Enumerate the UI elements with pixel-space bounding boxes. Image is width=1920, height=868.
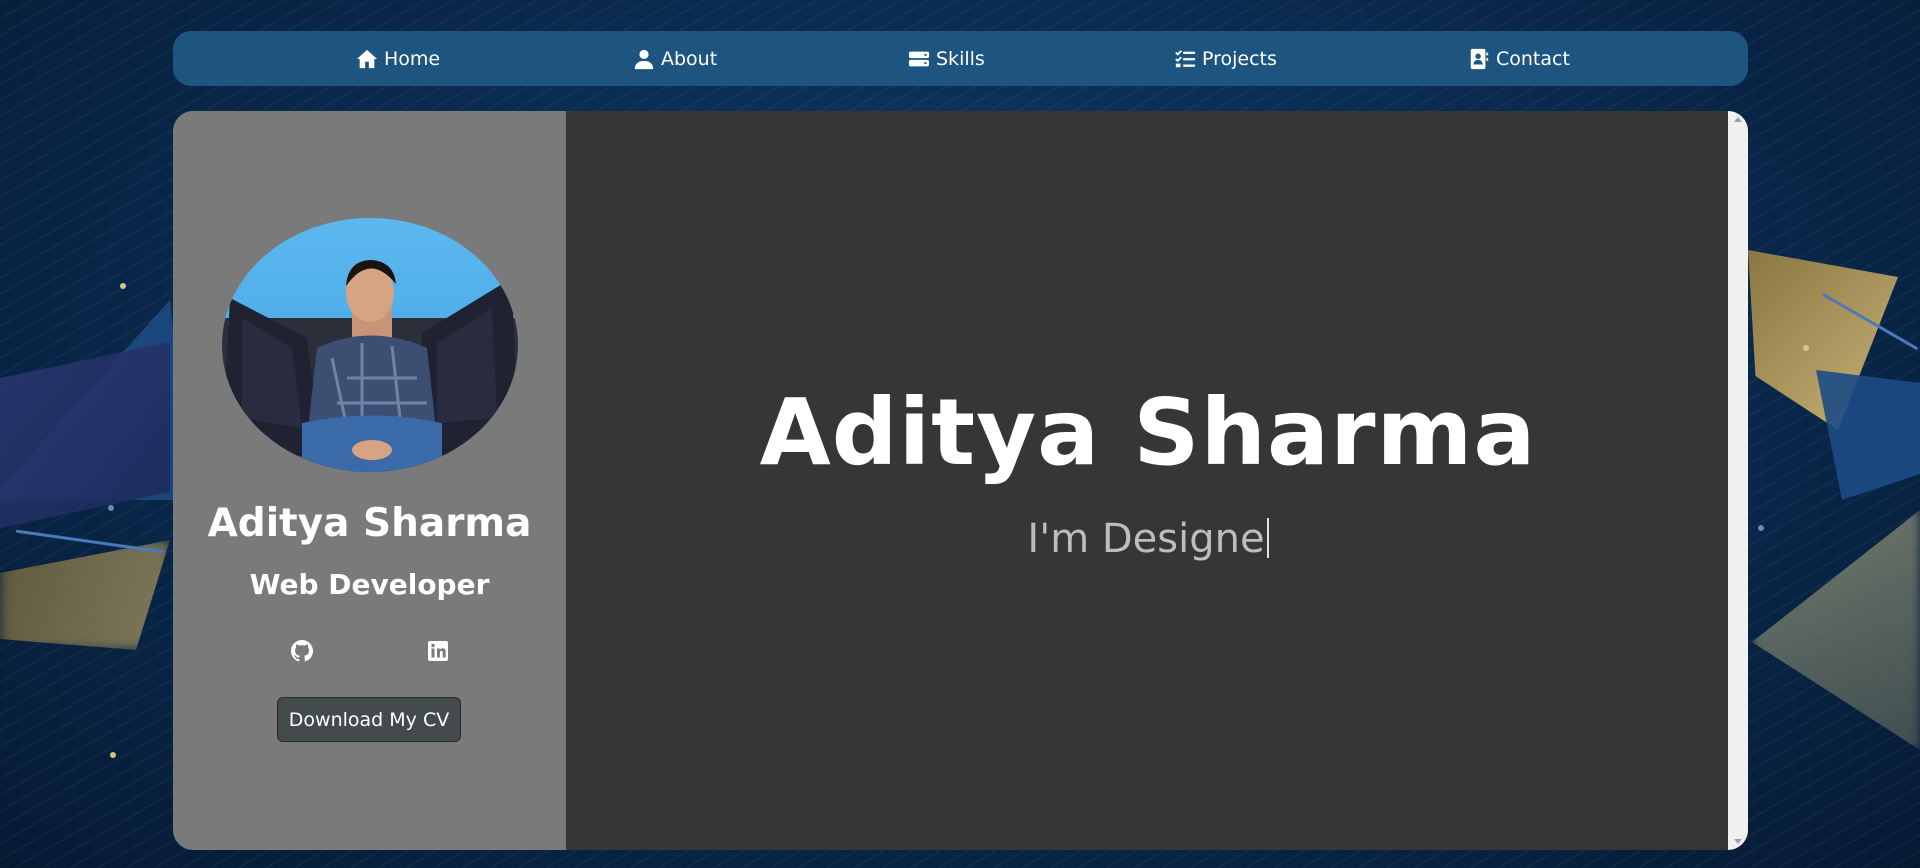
sidebar-name: Aditya Sharma — [207, 501, 532, 546]
background-dot — [108, 505, 114, 511]
background-dot — [110, 752, 116, 758]
background-dot — [1758, 525, 1764, 531]
vertical-scrollbar[interactable] — [1728, 111, 1748, 850]
tasks-icon — [1175, 49, 1196, 67]
linkedin-icon — [428, 641, 448, 661]
nav-item-label: Home — [384, 47, 441, 70]
address-book-icon — [1470, 48, 1489, 69]
nav-item-label: Skills — [936, 47, 985, 70]
hero-title: Aditya Sharma — [759, 379, 1537, 486]
nav-item-label: About — [661, 47, 718, 70]
profile-card: Aditya Sharma Web Developer Download My … — [173, 111, 1748, 850]
nav-item-contact[interactable]: Contact — [1468, 31, 1570, 86]
nav-item-label: Contact — [1496, 47, 1570, 70]
user-icon — [634, 49, 654, 69]
nav-item-projects[interactable]: Projects — [1174, 31, 1277, 86]
background-dot — [120, 283, 126, 289]
background-dot — [1803, 345, 1809, 351]
typed-subtitle: I'm Designe — [566, 516, 1730, 562]
github-icon — [291, 640, 313, 662]
typed-text: I'm Designe — [1027, 516, 1265, 562]
sidebar-role: Web Developer — [249, 568, 490, 601]
avatar — [222, 218, 518, 472]
text-cursor — [1266, 518, 1269, 558]
nav-item-label: Projects — [1202, 47, 1277, 70]
download-cv-button[interactable]: Download My CV — [277, 697, 461, 742]
linkedin-link[interactable] — [426, 639, 450, 663]
nav-item-about[interactable]: About — [633, 31, 717, 86]
scroll-down-icon[interactable] — [1734, 839, 1742, 844]
nav-item-skills[interactable]: Skills — [908, 31, 985, 86]
profile-photo — [222, 218, 518, 472]
github-link[interactable] — [290, 639, 314, 663]
top-navbar: Home About Skills Projects Contact — [173, 31, 1748, 86]
server-icon — [908, 51, 930, 66]
nav-item-home[interactable]: Home — [356, 31, 440, 86]
home-icon — [356, 49, 378, 68]
scroll-up-icon[interactable] — [1734, 117, 1742, 122]
profile-sidebar: Aditya Sharma Web Developer Download My … — [173, 111, 566, 850]
